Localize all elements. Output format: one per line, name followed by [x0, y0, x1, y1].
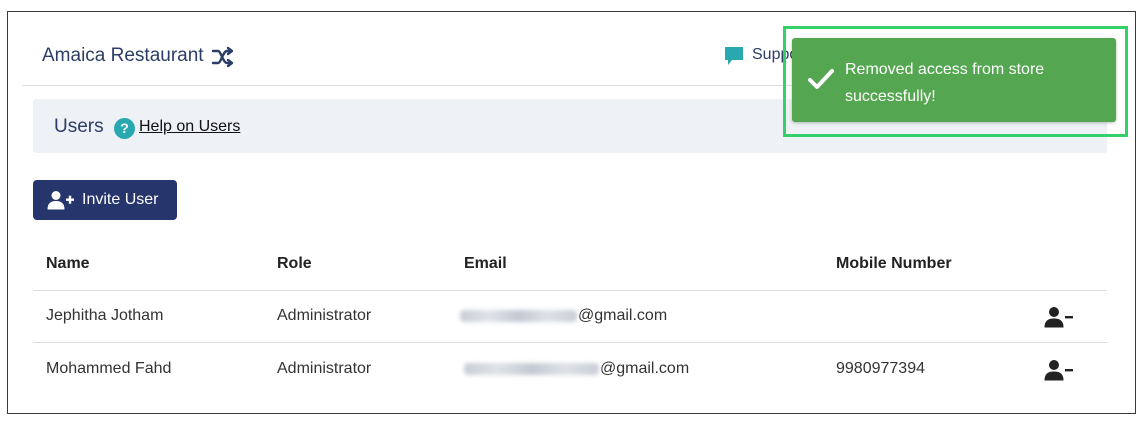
- chat-bubble-icon[interactable]: [723, 45, 745, 67]
- user-email: @gmail.com: [460, 307, 667, 325]
- column-header-role: Role: [277, 255, 312, 272]
- toast-message: Removed access from store successfully!: [845, 61, 1045, 105]
- remove-user-icon[interactable]: [1044, 306, 1074, 328]
- redacted-email-local-part: [460, 309, 577, 322]
- table-header-divider: [33, 290, 1107, 291]
- row-divider: [33, 342, 1107, 343]
- store-name: Amaica Restaurant: [42, 45, 204, 66]
- redacted-email-local-part: [464, 362, 599, 375]
- user-role: Administrator: [277, 307, 372, 324]
- column-header-name: Name: [46, 255, 90, 272]
- help-on-users-link[interactable]: Help on Users: [139, 118, 240, 136]
- column-header-mobile: Mobile Number: [836, 255, 952, 272]
- app-frame: Amaica Restaurant Support Users ? Help o…: [7, 11, 1136, 414]
- user-name: Jephitha Jotham: [46, 307, 164, 324]
- checkmark-icon: [807, 67, 835, 91]
- success-toast[interactable]: Removed access from store successfully!: [792, 38, 1116, 122]
- invite-user-button[interactable]: Invite User: [33, 180, 177, 220]
- page-title: Users: [54, 116, 104, 137]
- user-name: Mohammed Fahd: [46, 360, 172, 377]
- remove-user-icon[interactable]: [1044, 359, 1074, 381]
- invite-user-label: Invite User: [82, 191, 159, 208]
- user-email: @gmail.com: [464, 360, 689, 378]
- user-role: Administrator: [277, 360, 372, 377]
- shuffle-icon[interactable]: [211, 46, 235, 68]
- add-user-icon: [47, 191, 74, 210]
- column-header-email: Email: [464, 255, 507, 272]
- help-icon[interactable]: ?: [114, 118, 135, 139]
- user-mobile: 9980977394: [836, 360, 925, 377]
